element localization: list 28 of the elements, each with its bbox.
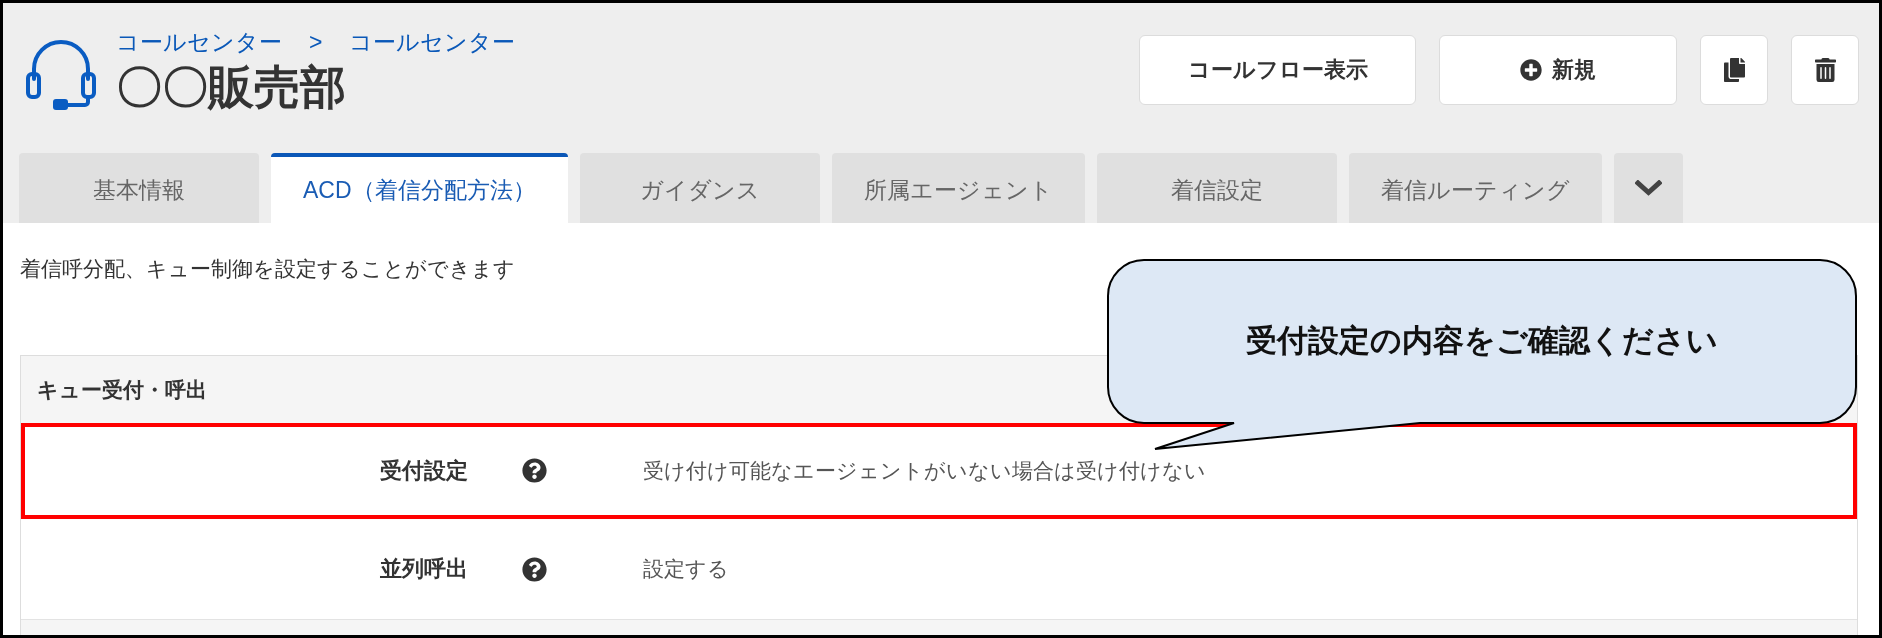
callout-text: 受付設定の内容をご確認ください <box>1246 322 1718 360</box>
headset-icon <box>25 39 97 111</box>
tab[interactable]: 所属エージェント <box>831 153 1085 223</box>
setting-label: 並列呼出 <box>380 555 468 583</box>
section-title: キュー受付・呼出 <box>37 376 207 403</box>
setting-label: 受付設定 <box>380 456 468 485</box>
call-flow-button[interactable]: コールフロー表示 <box>1139 35 1416 105</box>
setting-value: 受け付け可能なエージェントがいない場合は受け付けない <box>643 457 1206 484</box>
tab[interactable]: ガイダンス <box>579 153 820 223</box>
new-button[interactable]: 新規 <box>1439 35 1677 105</box>
copy-icon <box>1723 58 1745 82</box>
breadcrumb-link[interactable]: コールセンター <box>116 27 282 57</box>
chevron-down-icon <box>1634 180 1662 196</box>
breadcrumb-link[interactable]: コールセンター <box>349 27 516 57</box>
tab[interactable]: 基本情報 <box>19 153 259 223</box>
page-title: 〇〇販売部 <box>116 61 347 113</box>
trash-icon <box>1814 58 1836 82</box>
tab[interactable]: ACD（着信分配方法） <box>271 153 568 223</box>
breadcrumb-separator: > <box>309 28 323 57</box>
tab[interactable]: 着信設定 <box>1096 153 1337 223</box>
setting-value: 設定する <box>643 556 729 582</box>
help-icon[interactable] <box>522 458 547 483</box>
copy-button[interactable] <box>1700 35 1768 105</box>
page-description: 着信呼分配、キュー制御を設定することができます <box>20 256 515 282</box>
help-icon[interactable] <box>522 556 547 582</box>
more-tabs-button[interactable] <box>1613 153 1683 223</box>
delete-button[interactable] <box>1791 35 1859 105</box>
tab[interactable]: 着信ルーティング <box>1348 153 1602 223</box>
